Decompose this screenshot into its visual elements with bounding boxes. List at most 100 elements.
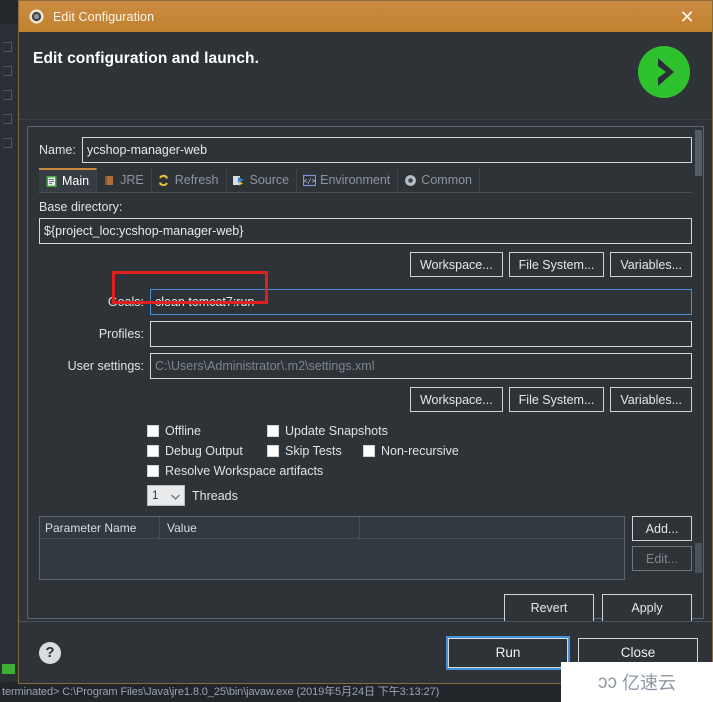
user-settings-label: User settings:: [67, 359, 144, 373]
threads-value: 1: [152, 489, 159, 502]
checkbox-resolve-workspace-artifacts-box[interactable]: [147, 465, 159, 477]
tab-refresh-label: Refresh: [174, 173, 219, 187]
source-tab-icon: [232, 173, 246, 187]
common-tab-icon: [403, 173, 417, 187]
background-tick: [3, 90, 12, 100]
tab-common[interactable]: Common: [398, 168, 481, 192]
base-dir-filesystem-button[interactable]: File System...: [508, 252, 605, 277]
apply-button[interactable]: Apply: [602, 594, 692, 622]
refresh-tab-icon: [157, 173, 171, 187]
base-dir-workspace-button[interactable]: Workspace...: [409, 252, 503, 277]
name-label: Name:: [39, 143, 76, 157]
tab-main[interactable]: Main: [39, 168, 98, 192]
edit-parameter-button: Edit...: [632, 546, 692, 571]
tab-jre[interactable]: JRE: [97, 168, 152, 192]
profiles-input[interactable]: [150, 321, 692, 347]
tab-bar: Main JRE Refresh Source </> Environment …: [39, 168, 692, 193]
background-tick: [3, 42, 12, 52]
checkbox-resolve-workspace-artifacts[interactable]: Resolve Workspace artifacts: [147, 464, 323, 478]
parameters-table-header: Parameter Name Value: [40, 517, 624, 539]
background-run-chip: [2, 664, 15, 674]
add-parameter-button[interactable]: Add...: [632, 516, 692, 541]
tab-source-label: Source: [249, 173, 290, 187]
settings-filesystem-button[interactable]: File System...: [508, 387, 605, 412]
svg-text:</>: </>: [303, 177, 316, 185]
tab-common-label: Common: [421, 173, 473, 187]
checkbox-offline[interactable]: Offline: [147, 424, 267, 438]
checkbox-offline-label: Offline: [165, 424, 201, 438]
user-settings-buttons: Workspace... File System... Variables...: [39, 387, 692, 412]
threads-label: Threads: [192, 488, 238, 503]
checkbox-skip-tests[interactable]: Skip Tests: [267, 444, 363, 458]
help-question-icon[interactable]: ?: [39, 641, 61, 664]
threads-stepper[interactable]: 1: [147, 485, 185, 506]
parameters-buttons: Add... Edit...: [632, 516, 692, 571]
checkbox-non-recursive-box[interactable]: [363, 445, 375, 457]
green-run-arrow-icon: [636, 44, 692, 100]
parameters-table[interactable]: Parameter Name Value: [39, 516, 625, 580]
column-filler: [360, 517, 624, 539]
checkbox-update-snapshots[interactable]: Update Snapshots: [267, 424, 388, 438]
tab-source[interactable]: Source: [227, 168, 298, 192]
panel-scrollbar-thumb-secondary[interactable]: [695, 543, 702, 573]
banner-heading: Edit configuration and launch.: [33, 50, 260, 67]
profiles-label: Profiles:: [98, 327, 144, 341]
dialog-titlebar: Edit Configuration ✕: [19, 1, 712, 32]
checkbox-debug-output-box[interactable]: [147, 445, 159, 457]
options-row-1: Offline Update Snapshots: [147, 424, 692, 438]
settings-variables-button[interactable]: Variables...: [610, 387, 692, 412]
goals-row: Goals:: [39, 289, 692, 315]
run-button[interactable]: Run: [446, 635, 570, 670]
edit-configuration-dialog: Edit Configuration ✕ Edit configuration …: [18, 0, 713, 684]
threads-row: 1 Threads: [147, 485, 692, 506]
watermark-logo: ɔɔ 亿速云: [561, 662, 713, 702]
base-directory-input[interactable]: [39, 218, 692, 244]
gear-icon: [28, 8, 45, 25]
base-dir-variables-button[interactable]: Variables...: [610, 252, 692, 277]
watermark-logo-text: 亿速云: [622, 673, 676, 693]
tab-main-label: Main: [62, 174, 90, 188]
checkbox-debug-output[interactable]: Debug Output: [147, 444, 267, 458]
settings-workspace-button[interactable]: Workspace...: [409, 387, 503, 412]
tab-environment-label: Environment: [320, 173, 391, 187]
revert-button[interactable]: Revert: [504, 594, 594, 622]
main-tab-icon: [44, 174, 58, 188]
checkbox-skip-tests-box[interactable]: [267, 445, 279, 457]
goals-input[interactable]: [150, 289, 692, 315]
dialog-title: Edit Configuration: [53, 9, 155, 24]
checkbox-offline-box[interactable]: [147, 425, 159, 437]
panel-scrollbar-thumb[interactable]: [695, 130, 702, 176]
column-parameter-name: Parameter Name: [40, 517, 160, 539]
goals-label: Goals:: [107, 295, 144, 309]
options-group: Offline Update Snapshots Debug Output Sk…: [39, 424, 692, 506]
jre-tab-icon: [102, 173, 116, 187]
checkbox-non-recursive[interactable]: Non-recursive: [363, 444, 459, 458]
checkbox-update-snapshots-box[interactable]: [267, 425, 279, 437]
column-value: Value: [160, 517, 360, 539]
tab-jre-label: JRE: [120, 173, 144, 187]
dialog-body: Name: Main: [19, 120, 712, 622]
base-directory-section: Base directory:: [39, 200, 692, 244]
checkbox-update-snapshots-label: Update Snapshots: [285, 424, 388, 438]
form-action-buttons: Revert Apply: [39, 594, 692, 622]
name-row: Name:: [39, 137, 692, 163]
environment-tab-icon: </>: [302, 173, 316, 187]
name-input[interactable]: [81, 137, 692, 163]
background-tick: [3, 66, 12, 76]
tab-refresh[interactable]: Refresh: [152, 168, 227, 192]
background-tick: [3, 138, 12, 148]
tab-environment[interactable]: </> Environment: [297, 168, 399, 192]
user-settings-input[interactable]: [150, 353, 692, 379]
background-tick: [3, 114, 12, 124]
profiles-row: Profiles:: [39, 321, 692, 347]
base-directory-buttons: Workspace... File System... Variables...: [39, 252, 692, 277]
options-row-2: Debug Output Skip Tests Non-recursive: [147, 444, 692, 458]
close-icon[interactable]: ✕: [672, 4, 702, 30]
checkbox-skip-tests-label: Skip Tests: [285, 444, 342, 458]
options-row-3: Resolve Workspace artifacts: [147, 464, 692, 478]
watermark-logo-glyph: ɔɔ: [598, 671, 617, 693]
user-settings-row: User settings:: [39, 353, 692, 379]
panel-scrollbar[interactable]: [695, 128, 702, 617]
parameters-section: Parameter Name Value Add... Edit...: [39, 516, 692, 580]
checkbox-non-recursive-label: Non-recursive: [381, 444, 459, 458]
